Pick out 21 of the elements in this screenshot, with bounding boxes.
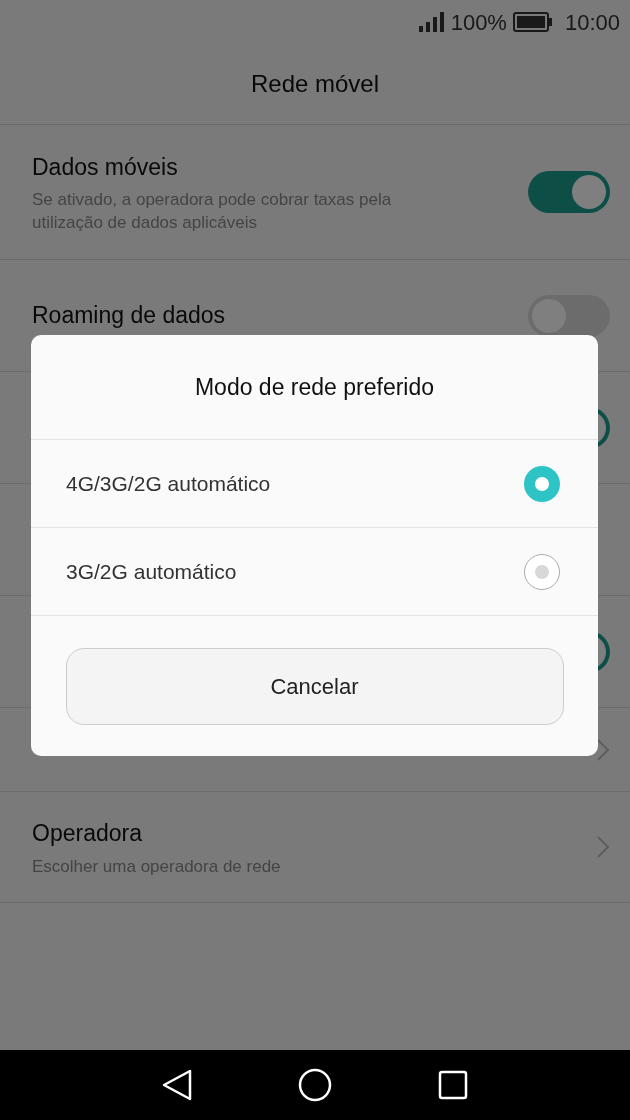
toggle-switch[interactable] (528, 294, 610, 337)
signal-icon (418, 12, 445, 32)
recent-apps-icon[interactable] (438, 1070, 468, 1100)
setting-title: Dados móveis (32, 152, 179, 182)
setting-title: Operadora (32, 819, 143, 849)
radio-option[interactable]: 4G/3G/2G automático (31, 440, 598, 528)
chevron-right-icon (596, 737, 610, 762)
radio-option[interactable]: 3G/2G automático (31, 528, 598, 616)
cancel-button[interactable]: Cancelar (65, 647, 564, 725)
radio-button[interactable] (524, 553, 560, 590)
back-icon[interactable] (162, 1069, 192, 1101)
status-time: 10:00 (564, 8, 620, 37)
dialog-title: Modo de rede preferido (194, 372, 435, 402)
setting-title: Roaming de dados (32, 301, 226, 331)
screen-title: Rede móvel (250, 69, 380, 99)
chevron-right-icon (596, 835, 610, 859)
radio-button[interactable] (524, 465, 560, 502)
home-icon[interactable] (298, 1068, 332, 1102)
battery-percent: 100% (450, 8, 507, 37)
toggle-switch[interactable] (528, 171, 610, 213)
battery-icon (512, 12, 553, 32)
